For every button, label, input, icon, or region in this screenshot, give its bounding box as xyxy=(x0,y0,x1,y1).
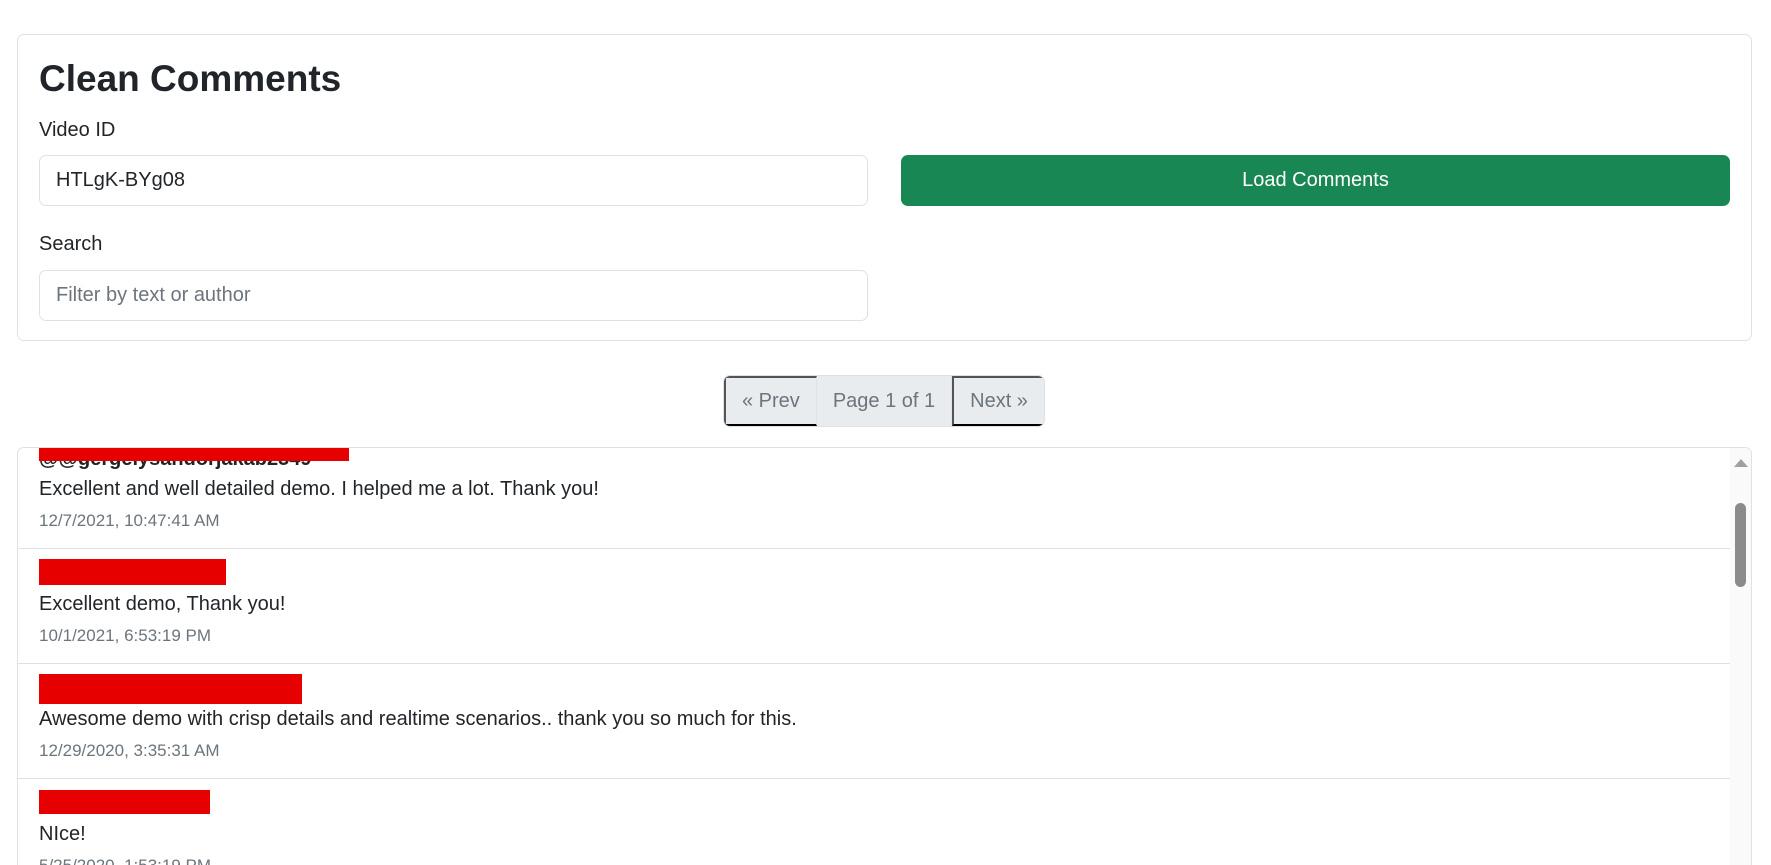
next-page-button[interactable]: Next » xyxy=(952,376,1044,426)
comment-timestamp: 10/1/2021, 6:53:19 PM xyxy=(39,626,212,645)
search-input[interactable] xyxy=(39,270,868,321)
video-id-label: Video ID xyxy=(39,119,116,141)
comment-timestamp: 12/29/2020, 3:35:31 AM xyxy=(39,741,220,760)
search-label: Search xyxy=(39,233,103,255)
comment-list-scrollbar[interactable] xyxy=(1730,448,1751,865)
comment-timestamp: 12/7/2021, 10:47:41 AM xyxy=(39,511,220,530)
comment-item: @@gergelysandorjakab2349 Excellent and w… xyxy=(18,448,1730,549)
comment-item: Excellent demo, Thank you! 10/1/2021, 6:… xyxy=(18,549,1730,664)
comment-item: NIce! 5/25/2020, 1:53:19 PM xyxy=(18,779,1730,865)
redaction-block xyxy=(39,674,302,704)
pagination: « Prev Page 1 of 1 Next » xyxy=(723,375,1045,427)
comment-text: Awesome demo with crisp details and real… xyxy=(39,708,797,730)
controls-card: Clean Comments Video ID Load Comments Se… xyxy=(17,34,1752,341)
comment-text: NIce! xyxy=(39,823,86,845)
scroll-up-arrow-icon[interactable] xyxy=(1734,459,1748,467)
comment-item: Awesome demo with crisp details and real… xyxy=(18,664,1730,779)
video-id-input[interactable] xyxy=(39,155,868,206)
comment-text: Excellent demo, Thank you! xyxy=(39,593,286,615)
redaction-block xyxy=(39,790,210,814)
comment-list[interactable]: @@gergelysandorjakab2349 Excellent and w… xyxy=(17,447,1752,865)
page-indicator: Page 1 of 1 xyxy=(816,376,953,426)
comment-items: @@gergelysandorjakab2349 Excellent and w… xyxy=(18,448,1730,865)
comment-timestamp: 5/25/2020, 1:53:19 PM xyxy=(39,856,211,865)
page-title: Clean Comments xyxy=(39,58,342,99)
prev-page-button[interactable]: « Prev xyxy=(724,376,817,426)
comment-text: Excellent and well detailed demo. I help… xyxy=(39,478,599,500)
load-comments-button[interactable]: Load Comments xyxy=(901,155,1730,206)
redaction-block xyxy=(39,448,349,461)
scrollbar-thumb[interactable] xyxy=(1735,503,1746,587)
redaction-block xyxy=(39,559,226,585)
